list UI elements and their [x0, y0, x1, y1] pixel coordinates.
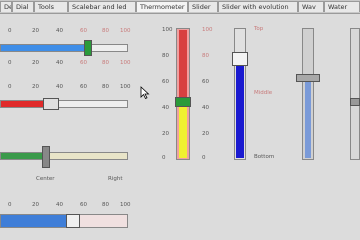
- hslider-4: 0 20 40 60 80 100: [0, 200, 131, 240]
- slider-fill: [236, 66, 244, 158]
- tick-label: 100: [120, 84, 131, 90]
- vslider-blue: Top Middle Bottom: [224, 24, 280, 164]
- tab-label: Dec: [4, 3, 11, 11]
- scale-label: 0: [162, 155, 166, 161]
- tab-scalebar[interactable]: Scalebar and led: [68, 1, 136, 12]
- tick-label: 100: [120, 202, 131, 208]
- slider-fill: [1, 45, 88, 51]
- tick-label: 0: [8, 202, 12, 208]
- tab-bar: Dec Dial Tools Scalebar and led Thermome…: [0, 0, 360, 14]
- hslider-2: 0 20 40 60 80 100: [0, 82, 131, 122]
- tab-tools[interactable]: Tools: [34, 1, 68, 12]
- tick-label: 100: [120, 60, 131, 66]
- tick-label: 80: [102, 28, 109, 34]
- vslider-gray: [292, 24, 328, 164]
- thermometer-fill: [179, 104, 187, 158]
- tab-dec[interactable]: Dec: [0, 1, 12, 12]
- thermometer-upper: [179, 30, 187, 104]
- slider-thumb[interactable]: [296, 74, 320, 82]
- tab-label: Tools: [38, 3, 55, 11]
- tick-label: 40: [56, 28, 63, 34]
- tab-slider-evolution[interactable]: Slider with evolution: [218, 1, 298, 12]
- scale-label: 80: [202, 53, 209, 59]
- tick-label: 20: [32, 60, 39, 66]
- tick-label: 60: [80, 28, 87, 34]
- tab-wav[interactable]: Wav: [298, 1, 324, 12]
- slider-label-right: Right: [108, 176, 123, 182]
- tick-label: 60: [80, 60, 87, 66]
- tab-label: Scalebar and led: [72, 3, 127, 11]
- scale-label: 100: [162, 27, 173, 33]
- vslider-partial: [344, 24, 360, 164]
- thermometer: 100 80 60 40 20 0 100 80 60 40 20 0: [160, 24, 216, 164]
- tick-label: 100: [120, 28, 131, 34]
- scale-label: 20: [162, 131, 169, 137]
- slider-fill: [1, 101, 43, 107]
- tab-label: Wav: [302, 3, 316, 11]
- tick-label: 20: [32, 28, 39, 34]
- tick-label: 20: [32, 202, 39, 208]
- tick-label: 60: [80, 84, 87, 90]
- slider-fill: [1, 215, 67, 227]
- slider-track[interactable]: [350, 28, 360, 160]
- tab-thermometer[interactable]: Thermometer: [136, 1, 188, 12]
- tab-dial[interactable]: Dial: [12, 1, 34, 12]
- tick-label: 20: [32, 84, 39, 90]
- tick-label: 80: [102, 202, 109, 208]
- scale-label: 40: [162, 105, 169, 111]
- scale-label: 80: [162, 53, 169, 59]
- tick-label: 40: [56, 84, 63, 90]
- slider-thumb[interactable]: [84, 40, 92, 56]
- slider-fill: [1, 153, 45, 159]
- thermometer-thumb[interactable]: [175, 97, 191, 107]
- tick-label: 80: [102, 60, 109, 66]
- scale-label: 20: [202, 131, 209, 137]
- tick-label: 40: [56, 202, 63, 208]
- slider-thumb[interactable]: [66, 214, 80, 228]
- slider-fill: [305, 80, 311, 158]
- scale-label: 60: [162, 79, 169, 85]
- slider-thumb[interactable]: [350, 98, 360, 106]
- slider-label-center: Center: [36, 176, 55, 182]
- tab-slider[interactable]: Slider: [188, 1, 218, 12]
- tick-label: 40: [56, 60, 63, 66]
- hslider-1: 0 20 40 60 80 100 0 20 40 60 80 100: [0, 22, 131, 72]
- scale-label: 100: [202, 27, 213, 33]
- tick-label: 0: [8, 60, 12, 66]
- tick-label: 0: [8, 28, 12, 34]
- scale-label: 60: [202, 79, 209, 85]
- tab-label: Slider: [192, 3, 211, 11]
- mouse-cursor-icon: [140, 86, 150, 100]
- tab-label: Slider with evolution: [222, 3, 289, 11]
- tab-label: Dial: [16, 3, 29, 11]
- tick-label: 80: [102, 84, 109, 90]
- tab-label: Water: [328, 3, 348, 11]
- tab-label: Thermometer: [140, 3, 185, 11]
- slider-thumb[interactable]: [42, 146, 50, 168]
- hslider-3: Center Right: [0, 140, 130, 190]
- tab-water[interactable]: Water: [324, 1, 360, 12]
- slider-label-top: Top: [254, 26, 264, 32]
- slider-thumb[interactable]: [43, 98, 59, 110]
- slider-thumb[interactable]: [232, 52, 248, 66]
- scale-label: 40: [202, 105, 209, 111]
- tick-label: 60: [80, 202, 87, 208]
- scale-label: 0: [202, 155, 206, 161]
- slider-label-bottom: Bottom: [254, 154, 275, 160]
- slider-label-middle: Middle: [254, 90, 273, 96]
- tick-label: 0: [8, 84, 12, 90]
